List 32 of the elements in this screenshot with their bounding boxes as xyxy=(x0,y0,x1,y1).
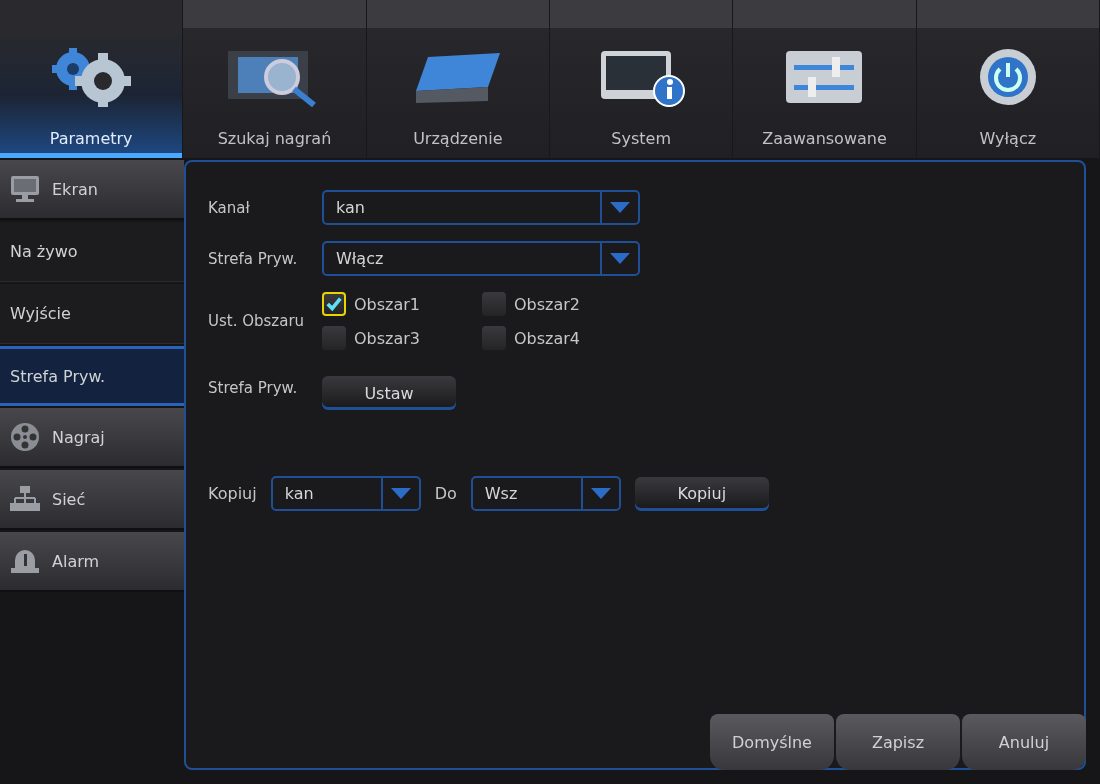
copy-button[interactable]: Kopiuj xyxy=(634,476,769,511)
field-label: Kanał xyxy=(208,198,251,217)
checkbox-label: Obszar4 xyxy=(514,328,581,348)
footer-button[interactable]: Anuluj xyxy=(962,714,1086,770)
sidebar-item[interactable]: Wyjście xyxy=(0,284,184,344)
menu-tab[interactable]: Parametry xyxy=(0,0,184,158)
sidebar-item[interactable]: Na żywo xyxy=(0,222,184,282)
field-label: Strefa Pryw. xyxy=(208,379,299,397)
footer-button[interactable]: Zapisz xyxy=(836,714,960,770)
sidebar-item[interactable]: Nagraj xyxy=(0,408,184,468)
checkbox-label: Obszar3 xyxy=(354,328,421,348)
field-label: Kopiuj xyxy=(208,484,257,503)
menu-tab[interactable]: Urządzenie xyxy=(366,0,550,158)
sidebar-item[interactable]: Ekran xyxy=(0,160,184,220)
sidebar-item[interactable]: Sieć xyxy=(0,470,184,530)
menu-tab[interactable]: Zaawansowane xyxy=(733,0,917,158)
menu-tab[interactable]: Szukaj nagrań xyxy=(183,0,367,158)
field-label: Do xyxy=(434,484,457,503)
sidebar-item[interactable]: Strefa Pryw. xyxy=(0,346,184,406)
checkbox-label: Obszar1 xyxy=(354,294,421,314)
privacy-dropdown[interactable]: Włącz xyxy=(322,241,640,276)
checkbox-label: Obszar2 xyxy=(514,294,581,314)
set-button[interactable]: Ustaw xyxy=(322,376,456,410)
footer-button[interactable]: Domyślne xyxy=(710,714,834,770)
menu-tab[interactable]: System xyxy=(550,0,734,158)
target-dropdown[interactable]: Wsz xyxy=(470,476,621,511)
field-label: Strefa Pryw. xyxy=(208,249,299,268)
sidebar-item[interactable]: Alarm xyxy=(0,532,184,592)
field-label: Ust. Obszaru xyxy=(208,312,306,330)
channel-dropdown[interactable]: kan xyxy=(322,190,640,225)
source-dropdown[interactable]: kan xyxy=(270,476,421,511)
menu-tab[interactable]: Wyłącz xyxy=(916,0,1100,158)
